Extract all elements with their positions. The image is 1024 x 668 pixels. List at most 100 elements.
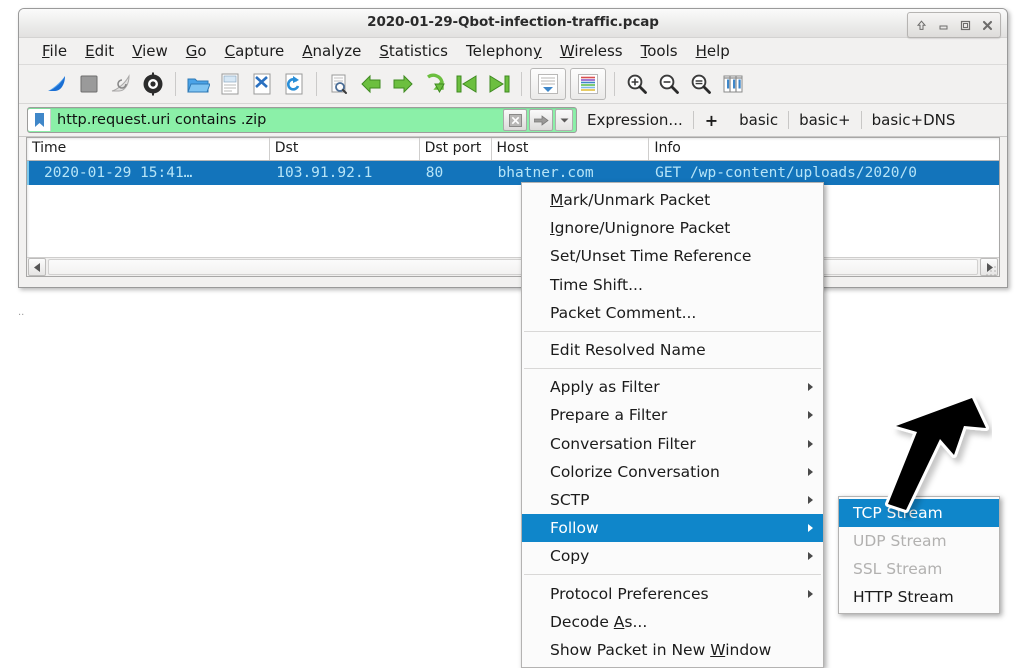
context-menu-label: Protocol Preferences xyxy=(550,584,709,603)
zoom-in-icon[interactable] xyxy=(621,69,653,99)
display-filter-value: http.request.uri contains .zip xyxy=(57,112,267,128)
context-menu-item-set-unset-time-reference[interactable]: Set/Unset Time Reference xyxy=(522,242,823,270)
context-menu-label: Conversation Filter xyxy=(550,434,696,453)
close-window-button[interactable] xyxy=(977,17,997,34)
menu-tools[interactable]: Tools xyxy=(632,40,687,62)
chevron-right-icon xyxy=(808,411,813,420)
submenu-item-ssl-stream: SSL Stream xyxy=(839,555,999,583)
window-controls xyxy=(907,12,1001,38)
submenu-item-tcp-stream[interactable]: TCP Stream xyxy=(839,499,999,527)
context-menu-item-show-packet-in-new-window[interactable]: Show Packet in New Window xyxy=(522,636,823,664)
context-menu-item-copy[interactable]: Copy xyxy=(522,542,823,570)
context-menu-label: SCTP xyxy=(550,490,590,509)
reload-file-icon[interactable] xyxy=(278,69,310,99)
start-capture-icon[interactable] xyxy=(41,69,73,99)
menu-help[interactable]: Help xyxy=(687,40,739,62)
menu-capture[interactable]: Capture xyxy=(216,40,294,62)
capture-options-icon[interactable] xyxy=(137,69,169,99)
find-packet-icon[interactable] xyxy=(323,69,355,99)
shade-window-button[interactable] xyxy=(911,17,931,34)
apply-filter-icon[interactable] xyxy=(529,109,553,131)
go-to-packet-icon[interactable] xyxy=(419,69,451,99)
restart-capture-icon[interactable] xyxy=(105,69,137,99)
filter-profile-basic[interactable]: basic xyxy=(729,111,788,129)
minimize-window-button[interactable] xyxy=(933,17,953,34)
menu-statistics[interactable]: Statistics xyxy=(370,40,457,62)
chevron-down-icon[interactable] xyxy=(555,109,573,131)
context-menu-item-time-shift[interactable]: Time Shift... xyxy=(522,271,823,299)
context-menu-item-protocol-preferences[interactable]: Protocol Preferences xyxy=(522,579,823,607)
column-header-host[interactable]: Host xyxy=(492,138,650,160)
zoom-out-icon[interactable] xyxy=(653,69,685,99)
context-menu-label: Packet Comment... xyxy=(550,303,697,322)
menu-edit[interactable]: Edit xyxy=(76,40,123,62)
packet-list[interactable]: Time Dst Dst port Host Info 2020-01-29 1… xyxy=(26,137,1000,277)
go-to-first-packet-icon[interactable] xyxy=(451,69,483,99)
menubar: File Edit View Go Capture Analyze Statis… xyxy=(19,38,1007,65)
cell-info: GET /wp-content/uploads/2020/0 xyxy=(655,165,917,181)
context-menu-item-edit-resolved-name[interactable]: Edit Resolved Name xyxy=(522,336,823,364)
context-menu-label: Follow xyxy=(550,519,599,538)
clear-filter-icon[interactable] xyxy=(503,109,527,131)
filter-profile-basic-plus[interactable]: basic+ xyxy=(789,111,861,129)
auto-scroll-icon[interactable] xyxy=(530,68,566,100)
submenu-label: TCP Stream xyxy=(853,504,943,522)
go-to-last-packet-icon[interactable] xyxy=(483,69,515,99)
context-menu-item-packet-comment[interactable]: Packet Comment... xyxy=(522,299,823,327)
context-menu-item-follow[interactable]: Follow xyxy=(522,514,823,543)
chevron-right-icon xyxy=(808,439,813,448)
bookmark-icon[interactable] xyxy=(28,109,51,131)
menu-telephony[interactable]: Telephony xyxy=(457,40,551,62)
open-file-icon[interactable] xyxy=(182,69,214,99)
context-menu-item-prepare-a-filter[interactable]: Prepare a Filter xyxy=(522,401,823,429)
chevron-right-icon xyxy=(808,552,813,561)
main-toolbar xyxy=(19,65,1007,104)
column-header-dst-port[interactable]: Dst port xyxy=(420,138,492,160)
submenu-item-udp-stream: UDP Stream xyxy=(839,527,999,555)
menu-analyze[interactable]: Analyze xyxy=(293,40,370,62)
cell-dst-port: 80 xyxy=(425,165,444,181)
menu-file[interactable]: File xyxy=(33,40,76,62)
go-back-icon[interactable] xyxy=(355,69,387,99)
save-file-icon[interactable] xyxy=(214,69,246,99)
column-header-time[interactable]: Time xyxy=(27,138,270,160)
colorize-icon[interactable] xyxy=(570,68,606,100)
context-menu-label: Time Shift... xyxy=(550,275,643,294)
wireshark-window: 2020-01-29-Qbot-infection-traffic.pcap F… xyxy=(18,8,1008,288)
context-menu-item-sctp[interactable]: SCTP xyxy=(522,486,823,514)
cell-dst: 103.91.92.1 xyxy=(276,165,373,181)
context-menu-item-decode-as[interactable]: Decode As... xyxy=(522,608,823,636)
table-row[interactable]: 2020-01-29 15:41… 103.91.92.1 80 bhatner… xyxy=(27,161,999,185)
packet-list-header: Time Dst Dst port Host Info xyxy=(27,138,999,161)
menu-view[interactable]: View xyxy=(123,40,177,62)
context-menu-label: Set/Unset Time Reference xyxy=(550,247,752,266)
submenu-item-http-stream[interactable]: HTTP Stream xyxy=(839,583,999,611)
packet-list-horizontal-scrollbar[interactable] xyxy=(27,257,999,276)
resize-grip[interactable] xyxy=(985,262,997,276)
context-menu-item-conversation-filter[interactable]: Conversation Filter xyxy=(522,430,823,458)
resize-columns-icon[interactable] xyxy=(717,69,749,99)
context-menu-item-colorize-conversation[interactable]: Colorize Conversation xyxy=(522,458,823,486)
cell-host: bhatner.com xyxy=(497,165,594,181)
menu-wireless[interactable]: Wireless xyxy=(551,40,632,62)
close-file-icon[interactable] xyxy=(246,69,278,99)
stop-capture-icon[interactable] xyxy=(73,69,105,99)
context-menu-item-apply-as-filter[interactable]: Apply as Filter xyxy=(522,373,823,401)
column-header-info[interactable]: Info xyxy=(649,138,999,160)
go-forward-icon[interactable] xyxy=(387,69,419,99)
display-filter-input[interactable]: http.request.uri contains .zip xyxy=(27,107,577,133)
filter-expression-button[interactable]: Expression... xyxy=(577,111,693,129)
context-menu-label: Edit Resolved Name xyxy=(550,341,706,360)
menu-go[interactable]: Go xyxy=(177,40,216,62)
scroll-left-icon[interactable] xyxy=(28,258,46,276)
zoom-reset-icon[interactable] xyxy=(685,69,717,99)
context-menu-item-ignore-unignore-packet[interactable]: Ignore/Unignore Packet xyxy=(522,214,823,242)
scrollbar-track[interactable] xyxy=(48,259,978,275)
maximize-window-button[interactable] xyxy=(955,17,975,34)
cell-time: 2020-01-29 15:41… xyxy=(44,165,193,181)
context-menu-item-mark-unmark-packet[interactable]: Mark/Unmark Packet xyxy=(522,186,823,214)
column-header-dst[interactable]: Dst xyxy=(270,138,420,160)
row-marker xyxy=(27,161,39,185)
add-filter-button[interactable]: + xyxy=(694,111,729,130)
filter-profile-basic-dns[interactable]: basic+DNS xyxy=(862,111,966,129)
